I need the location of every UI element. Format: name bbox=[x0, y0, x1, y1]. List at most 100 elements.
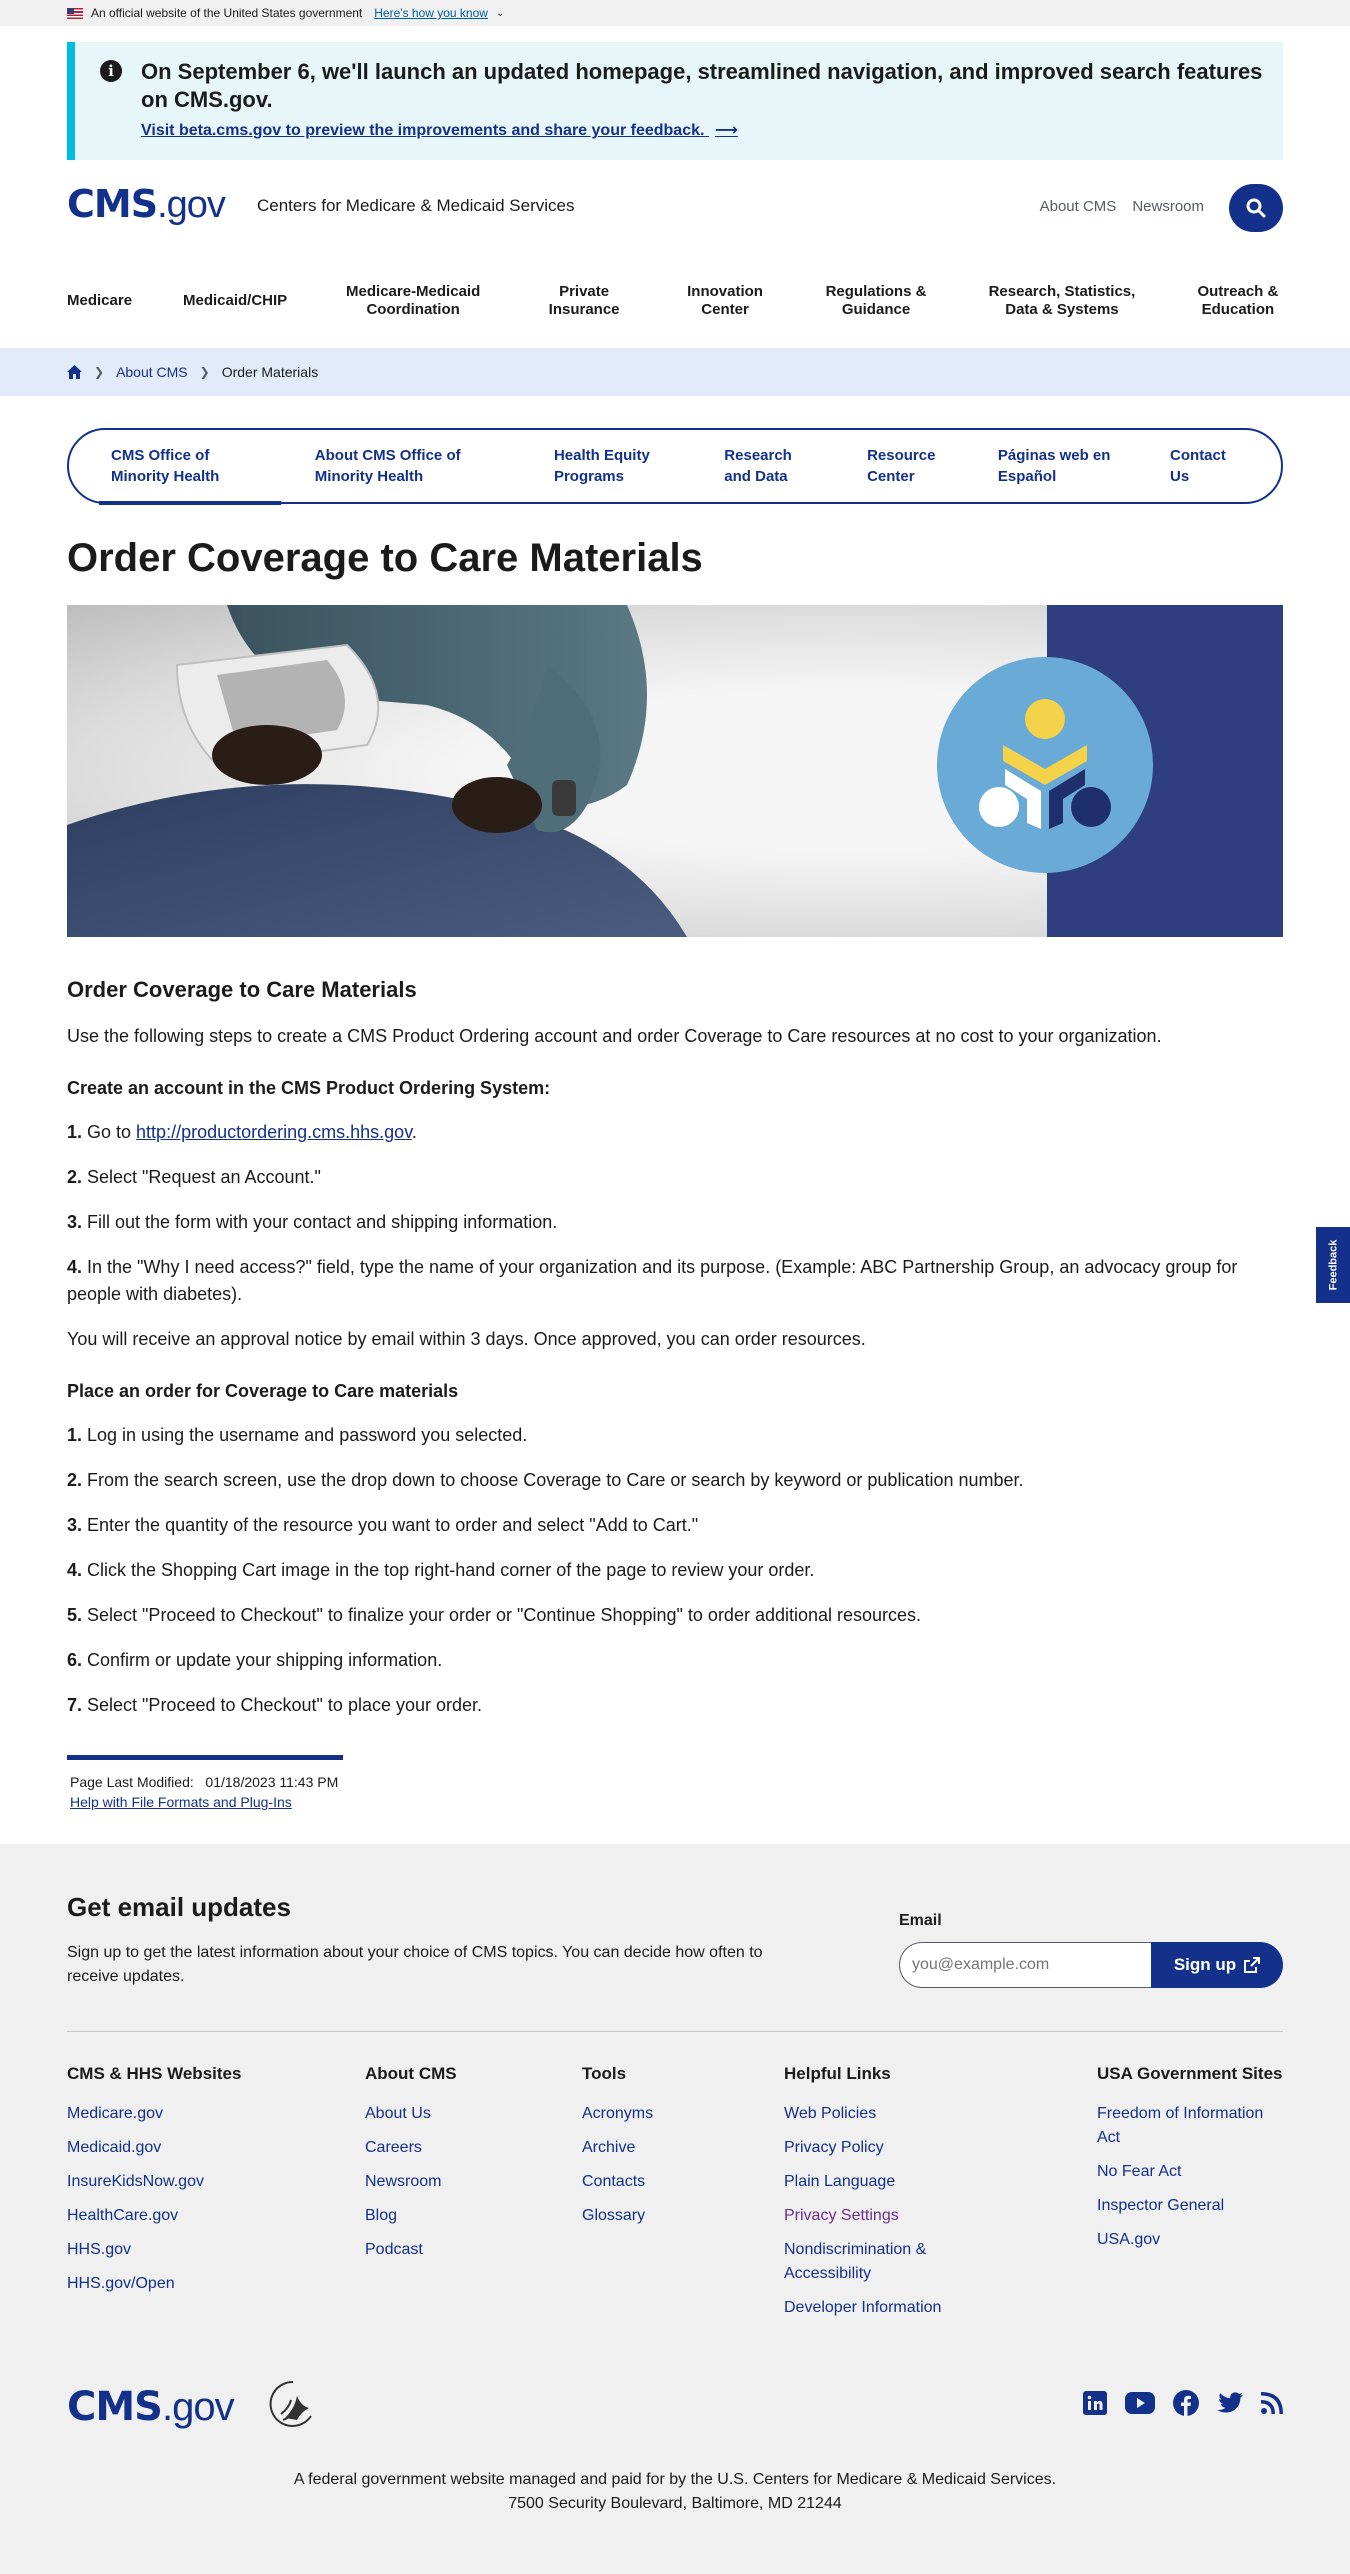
footer-link[interactable]: Glossary bbox=[582, 2204, 742, 2228]
about-cms-link[interactable]: About CMS bbox=[1040, 198, 1117, 215]
footer-link[interactable]: HHS.gov/Open bbox=[67, 2272, 327, 2296]
footer-link[interactable]: No Fear Act bbox=[1097, 2160, 1283, 2184]
account-step: 4. In the "Why I need access?" field, ty… bbox=[67, 1254, 1283, 1308]
subnav-research-data[interactable]: Research and Data bbox=[724, 445, 803, 487]
footer-link[interactable]: Inspector General bbox=[1097, 2194, 1283, 2218]
step-text: Log in using the username and password y… bbox=[82, 1425, 528, 1445]
site-alert: i On September 6, we'll launch an update… bbox=[67, 42, 1283, 160]
feedback-button[interactable]: Feedback bbox=[1316, 1227, 1350, 1303]
person-reading-illustration bbox=[67, 605, 687, 937]
subnav-contact[interactable]: Contact Us bbox=[1170, 445, 1239, 487]
hero-photo bbox=[67, 605, 1047, 937]
newsroom-link[interactable]: Newsroom bbox=[1132, 198, 1204, 215]
footer-col-tools: Tools Acronyms Archive Contacts Glossary bbox=[582, 2064, 742, 2238]
footer-link[interactable]: Careers bbox=[365, 2136, 545, 2160]
subnav-health-equity[interactable]: Health Equity Programs bbox=[554, 445, 662, 487]
youtube-icon[interactable] bbox=[1125, 2392, 1155, 2414]
breadcrumb-about-cms[interactable]: About CMS bbox=[116, 364, 188, 380]
footer-link[interactable]: HealthCare.gov bbox=[67, 2204, 327, 2228]
order-step: 6. Confirm or update your shipping infor… bbox=[67, 1647, 1283, 1674]
file-formats-help-link[interactable]: Help with File Formats and Plug-Ins bbox=[70, 1792, 343, 1812]
cms-logo[interactable]: CMS.gov bbox=[67, 182, 226, 227]
hero-image bbox=[67, 605, 1283, 937]
footer-note-line1: A federal government website managed and… bbox=[293, 2471, 1057, 2488]
chevron-down-icon[interactable]: ⌄ bbox=[496, 8, 504, 19]
footer-link[interactable]: Archive bbox=[582, 2136, 742, 2160]
footer-link[interactable]: Privacy Settings bbox=[784, 2204, 984, 2228]
nav-innovation-center[interactable]: Innovation Center bbox=[680, 283, 770, 319]
org-name: Centers for Medicare & Medicaid Services bbox=[257, 196, 575, 215]
alert-cta-text: Visit beta.cms.gov to preview the improv… bbox=[141, 122, 705, 139]
footer-link[interactable]: Plain Language bbox=[784, 2170, 984, 2194]
alert-message: On September 6, we'll launch an updated … bbox=[141, 59, 1263, 112]
breadcrumb-separator: ❯ bbox=[199, 365, 210, 379]
order-step: 4. Click the Shopping Cart image in the … bbox=[67, 1557, 1283, 1584]
twitter-icon[interactable] bbox=[1217, 2392, 1243, 2414]
logo-gov-text: .gov bbox=[161, 2385, 235, 2429]
home-icon[interactable] bbox=[67, 365, 82, 379]
subnav-resource-center[interactable]: Resource Center bbox=[867, 445, 946, 487]
heres-how-you-know-link[interactable]: Here's how you know bbox=[374, 6, 488, 20]
footer-col-title: About CMS bbox=[365, 2064, 457, 2083]
footer-link[interactable]: InsureKidsNow.gov bbox=[67, 2170, 327, 2194]
footer-link[interactable]: Medicare.gov bbox=[67, 2102, 327, 2126]
email-controls: Sign up bbox=[899, 1942, 1283, 1988]
order-step: 5. Select "Proceed to Checkout" to final… bbox=[67, 1602, 1283, 1629]
step-text: From the search screen, use the drop dow… bbox=[82, 1470, 1024, 1490]
footer-note: A federal government website managed and… bbox=[67, 2468, 1283, 2516]
footer-link[interactable]: Newsroom bbox=[365, 2170, 545, 2194]
hhs-seal-icon[interactable] bbox=[267, 2378, 319, 2430]
search-button[interactable] bbox=[1229, 184, 1283, 232]
footer-link[interactable]: Blog bbox=[365, 2204, 545, 2228]
footer-link[interactable]: Medicaid.gov bbox=[67, 2136, 327, 2160]
step-number: 3. bbox=[67, 1212, 83, 1232]
nav-research-statistics[interactable]: Research, Statistics, Data & Systems bbox=[982, 283, 1142, 319]
footer-link[interactable]: About Us bbox=[365, 2102, 545, 2126]
footer-link[interactable]: Freedom of Information Act bbox=[1097, 2102, 1283, 2150]
footer-cms-logo[interactable]: CMS.gov bbox=[67, 2384, 235, 2430]
nav-medicare[interactable]: Medicare bbox=[67, 292, 132, 310]
footer-link[interactable]: Nondiscrimination & Accessibility bbox=[784, 2238, 984, 2286]
step-text: Click the Shopping Cart image in the top… bbox=[82, 1560, 815, 1580]
utility-links: About CMS Newsroom bbox=[1040, 198, 1204, 215]
product-ordering-link[interactable]: http://productordering.cms.hhs.gov bbox=[136, 1122, 412, 1142]
sign-up-button[interactable]: Sign up bbox=[1151, 1942, 1283, 1988]
subnav-omh[interactable]: CMS Office of Minority Health bbox=[99, 445, 281, 505]
order-heading: Place an order for Coverage to Care mate… bbox=[67, 1381, 459, 1401]
step-text: In the "Why I need access?" field, type … bbox=[67, 1257, 1238, 1304]
intro-text: Use the following steps to create a CMS … bbox=[67, 1026, 1162, 1046]
nav-outreach-education[interactable]: Outreach & Education bbox=[1193, 283, 1283, 319]
subnav-espanol[interactable]: Páginas web en Español bbox=[998, 445, 1120, 487]
footer-bottom: CMS.gov A federal government website man… bbox=[67, 2380, 1283, 2534]
footer-link[interactable]: Podcast bbox=[365, 2238, 545, 2262]
footer-link[interactable]: Developer Information bbox=[784, 2296, 984, 2320]
footer-link[interactable]: Web Policies bbox=[784, 2102, 984, 2126]
step-text: Enter the quantity of the resource you w… bbox=[82, 1515, 699, 1535]
nav-medicare-medicaid-coordination[interactable]: Medicare-Medicaid Coordination bbox=[338, 283, 488, 319]
facebook-icon[interactable] bbox=[1173, 2390, 1199, 2416]
footer-link[interactable]: HHS.gov bbox=[67, 2238, 327, 2262]
footer-link[interactable]: Privacy Policy bbox=[784, 2136, 984, 2160]
logo-gov-text: .gov bbox=[157, 184, 226, 226]
page-meta: Page Last Modified: 01/18/2023 11:43 PM … bbox=[67, 1755, 343, 1812]
step-text: Select "Proceed to Checkout" to finalize… bbox=[82, 1605, 922, 1625]
step-number: 2. bbox=[67, 1167, 83, 1187]
footer-link[interactable]: Contacts bbox=[582, 2170, 742, 2194]
arrow-right-icon: ⟶ bbox=[714, 122, 738, 139]
footer-link[interactable]: Acronyms bbox=[582, 2102, 742, 2126]
footer-col-cms-hhs: CMS & HHS Websites Medicare.gov Medicaid… bbox=[67, 2064, 327, 2306]
search-icon bbox=[1246, 198, 1266, 218]
footer-col-usa-gov: USA Government Sites Freedom of Informat… bbox=[1097, 2064, 1283, 2262]
alert-cta-link[interactable]: Visit beta.cms.gov to preview the improv… bbox=[141, 120, 738, 140]
nav-private-insurance[interactable]: Private Insurance bbox=[539, 283, 629, 319]
footer-link[interactable]: USA.gov bbox=[1097, 2228, 1283, 2252]
footer-col-title: Tools bbox=[582, 2064, 627, 2083]
subnav-about-omh[interactable]: About CMS Office of Minority Health bbox=[315, 445, 502, 487]
nav-regulations-guidance[interactable]: Regulations & Guidance bbox=[821, 283, 931, 319]
email-input[interactable] bbox=[899, 1942, 1151, 1988]
account-heading: Create an account in the CMS Product Ord… bbox=[67, 1078, 551, 1098]
rss-icon[interactable] bbox=[1261, 2392, 1283, 2414]
linkedin-icon[interactable] bbox=[1083, 2391, 1107, 2415]
nav-medicaid-chip[interactable]: Medicaid/CHIP bbox=[183, 292, 287, 310]
step-number: 1. bbox=[67, 1122, 83, 1142]
